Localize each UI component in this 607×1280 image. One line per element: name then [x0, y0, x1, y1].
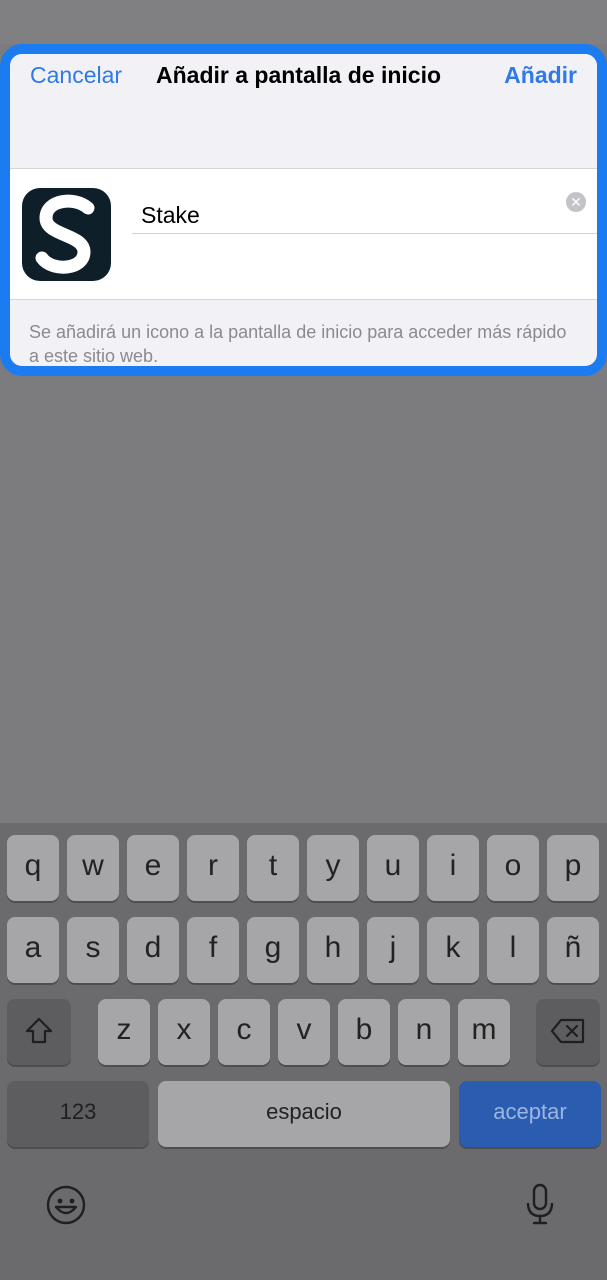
key-e[interactable]: e	[127, 835, 179, 901]
key-b[interactable]: b	[338, 999, 390, 1065]
key-y[interactable]: y	[307, 835, 359, 901]
dimmed-background	[0, 0, 607, 44]
key-s[interactable]: s	[67, 917, 119, 983]
key-w[interactable]: w	[67, 835, 119, 901]
stake-s-logo-icon	[22, 188, 111, 281]
key-a[interactable]: a	[7, 917, 59, 983]
key-enye[interactable]: ñ	[547, 917, 599, 983]
key-t[interactable]: t	[247, 835, 299, 901]
key-d[interactable]: d	[127, 917, 179, 983]
input-underline	[132, 233, 597, 234]
emoji-icon[interactable]	[46, 1185, 86, 1225]
key-r[interactable]: r	[187, 835, 239, 901]
key-m[interactable]: m	[458, 999, 510, 1065]
key-q[interactable]: q	[7, 835, 59, 901]
hint-text: Se añadirá un icono a la pantalla de ini…	[29, 322, 567, 366]
cancel-button[interactable]: Cancelar	[30, 62, 122, 89]
key-h[interactable]: h	[307, 917, 359, 983]
shortcut-row: ✕	[10, 168, 597, 300]
shift-icon[interactable]	[7, 999, 71, 1065]
sheet-title: Añadir a pantalla de inicio	[156, 62, 442, 88]
numbers-key[interactable]: 123	[7, 1081, 149, 1147]
add-button[interactable]: Añadir	[504, 62, 577, 89]
key-f[interactable]: f	[187, 917, 239, 983]
key-p[interactable]: p	[547, 835, 599, 901]
keyboard: q w e r t y u i o p a s d f g h j k l ñ …	[0, 823, 607, 1235]
key-i[interactable]: i	[427, 835, 479, 901]
key-u[interactable]: u	[367, 835, 419, 901]
accept-key[interactable]: aceptar	[459, 1081, 601, 1147]
key-z[interactable]: z	[98, 999, 150, 1065]
backspace-icon[interactable]	[536, 999, 600, 1065]
key-c[interactable]: c	[218, 999, 270, 1065]
microphone-icon[interactable]	[525, 1183, 555, 1225]
key-l[interactable]: l	[487, 917, 539, 983]
key-g[interactable]: g	[247, 917, 299, 983]
key-j[interactable]: j	[367, 917, 419, 983]
key-o[interactable]: o	[487, 835, 539, 901]
add-to-home-sheet: Cancelar Añadir a pantalla de inicio Aña…	[0, 44, 607, 376]
home-indicator-area	[0, 1235, 607, 1280]
key-v[interactable]: v	[278, 999, 330, 1065]
key-k[interactable]: k	[427, 917, 479, 983]
shortcut-name-input[interactable]	[132, 197, 571, 233]
space-key[interactable]: espacio	[158, 1081, 450, 1147]
key-x[interactable]: x	[158, 999, 210, 1065]
key-n[interactable]: n	[398, 999, 450, 1065]
clear-x-icon[interactable]: ✕	[566, 192, 586, 212]
sheet-navbar: Cancelar Añadir a pantalla de inicio Aña…	[10, 54, 597, 168]
